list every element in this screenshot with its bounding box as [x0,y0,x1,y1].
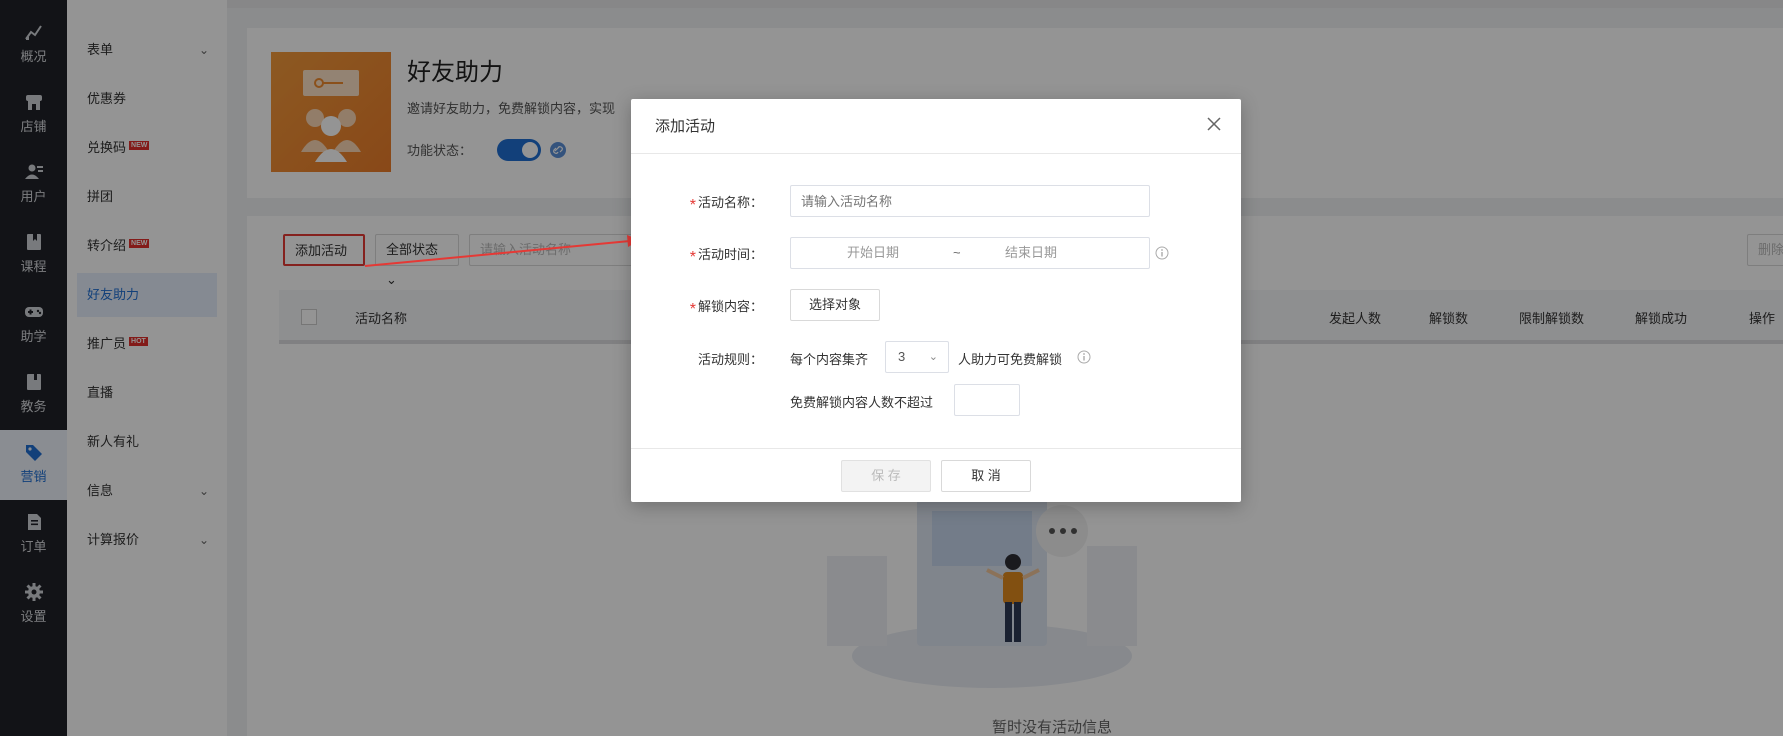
rule-prefix-text: 每个内容集齐 [790,352,869,367]
unlock-content-label-text: 解锁内容： [697,299,763,314]
unlock-content-label: * 解锁内容： [643,296,763,319]
date-range-separator: ~ [953,245,961,260]
activity-rule-label: 活动规则： [697,352,763,367]
cancel-button[interactable]: 取 消 [941,460,1031,492]
activity-date-range-picker[interactable]: 开始日期 ~ 结束日期 [790,237,1150,269]
required-marker: * [689,197,696,214]
required-marker: * [689,249,696,266]
activity-name-label-text: 活动名称： [697,195,763,210]
start-date-placeholder[interactable]: 开始日期 [847,238,899,268]
info-icon[interactable] [1077,350,1091,364]
select-object-button[interactable]: 选择对象 [790,289,880,321]
info-icon[interactable] [1155,246,1169,260]
rule-suffix-text: 人助力可免费解锁 [958,352,1063,367]
helper-count-select[interactable]: 3 ⌄ [885,341,949,373]
end-date-placeholder[interactable]: 结束日期 [1005,238,1057,268]
close-icon[interactable] [1205,115,1223,133]
dialog-footer: 保 存 取 消 [631,448,1241,502]
helper-count-value: 3 [898,349,906,364]
activity-name-label: * 活动名称： [643,192,763,215]
activity-time-label-text: 活动时间： [697,247,763,262]
dialog-header: 添加活动 [631,99,1241,154]
limit-text: 免费解锁内容人数不超过 [790,395,934,410]
activity-time-label: * 活动时间： [643,244,763,267]
add-activity-dialog: 添加活动 *活动名称： *活动时间： 开始日期 ~ 结束日期 *解锁内容： 选择… [631,99,1241,502]
save-button[interactable]: 保 存 [841,460,931,492]
unlock-limit-input[interactable] [954,384,1020,416]
activity-name-input[interactable] [790,185,1150,217]
dialog-title: 添加活动 [655,118,716,135]
required-marker: * [689,301,696,318]
chevron-down-icon: ⌄ [928,351,938,363]
